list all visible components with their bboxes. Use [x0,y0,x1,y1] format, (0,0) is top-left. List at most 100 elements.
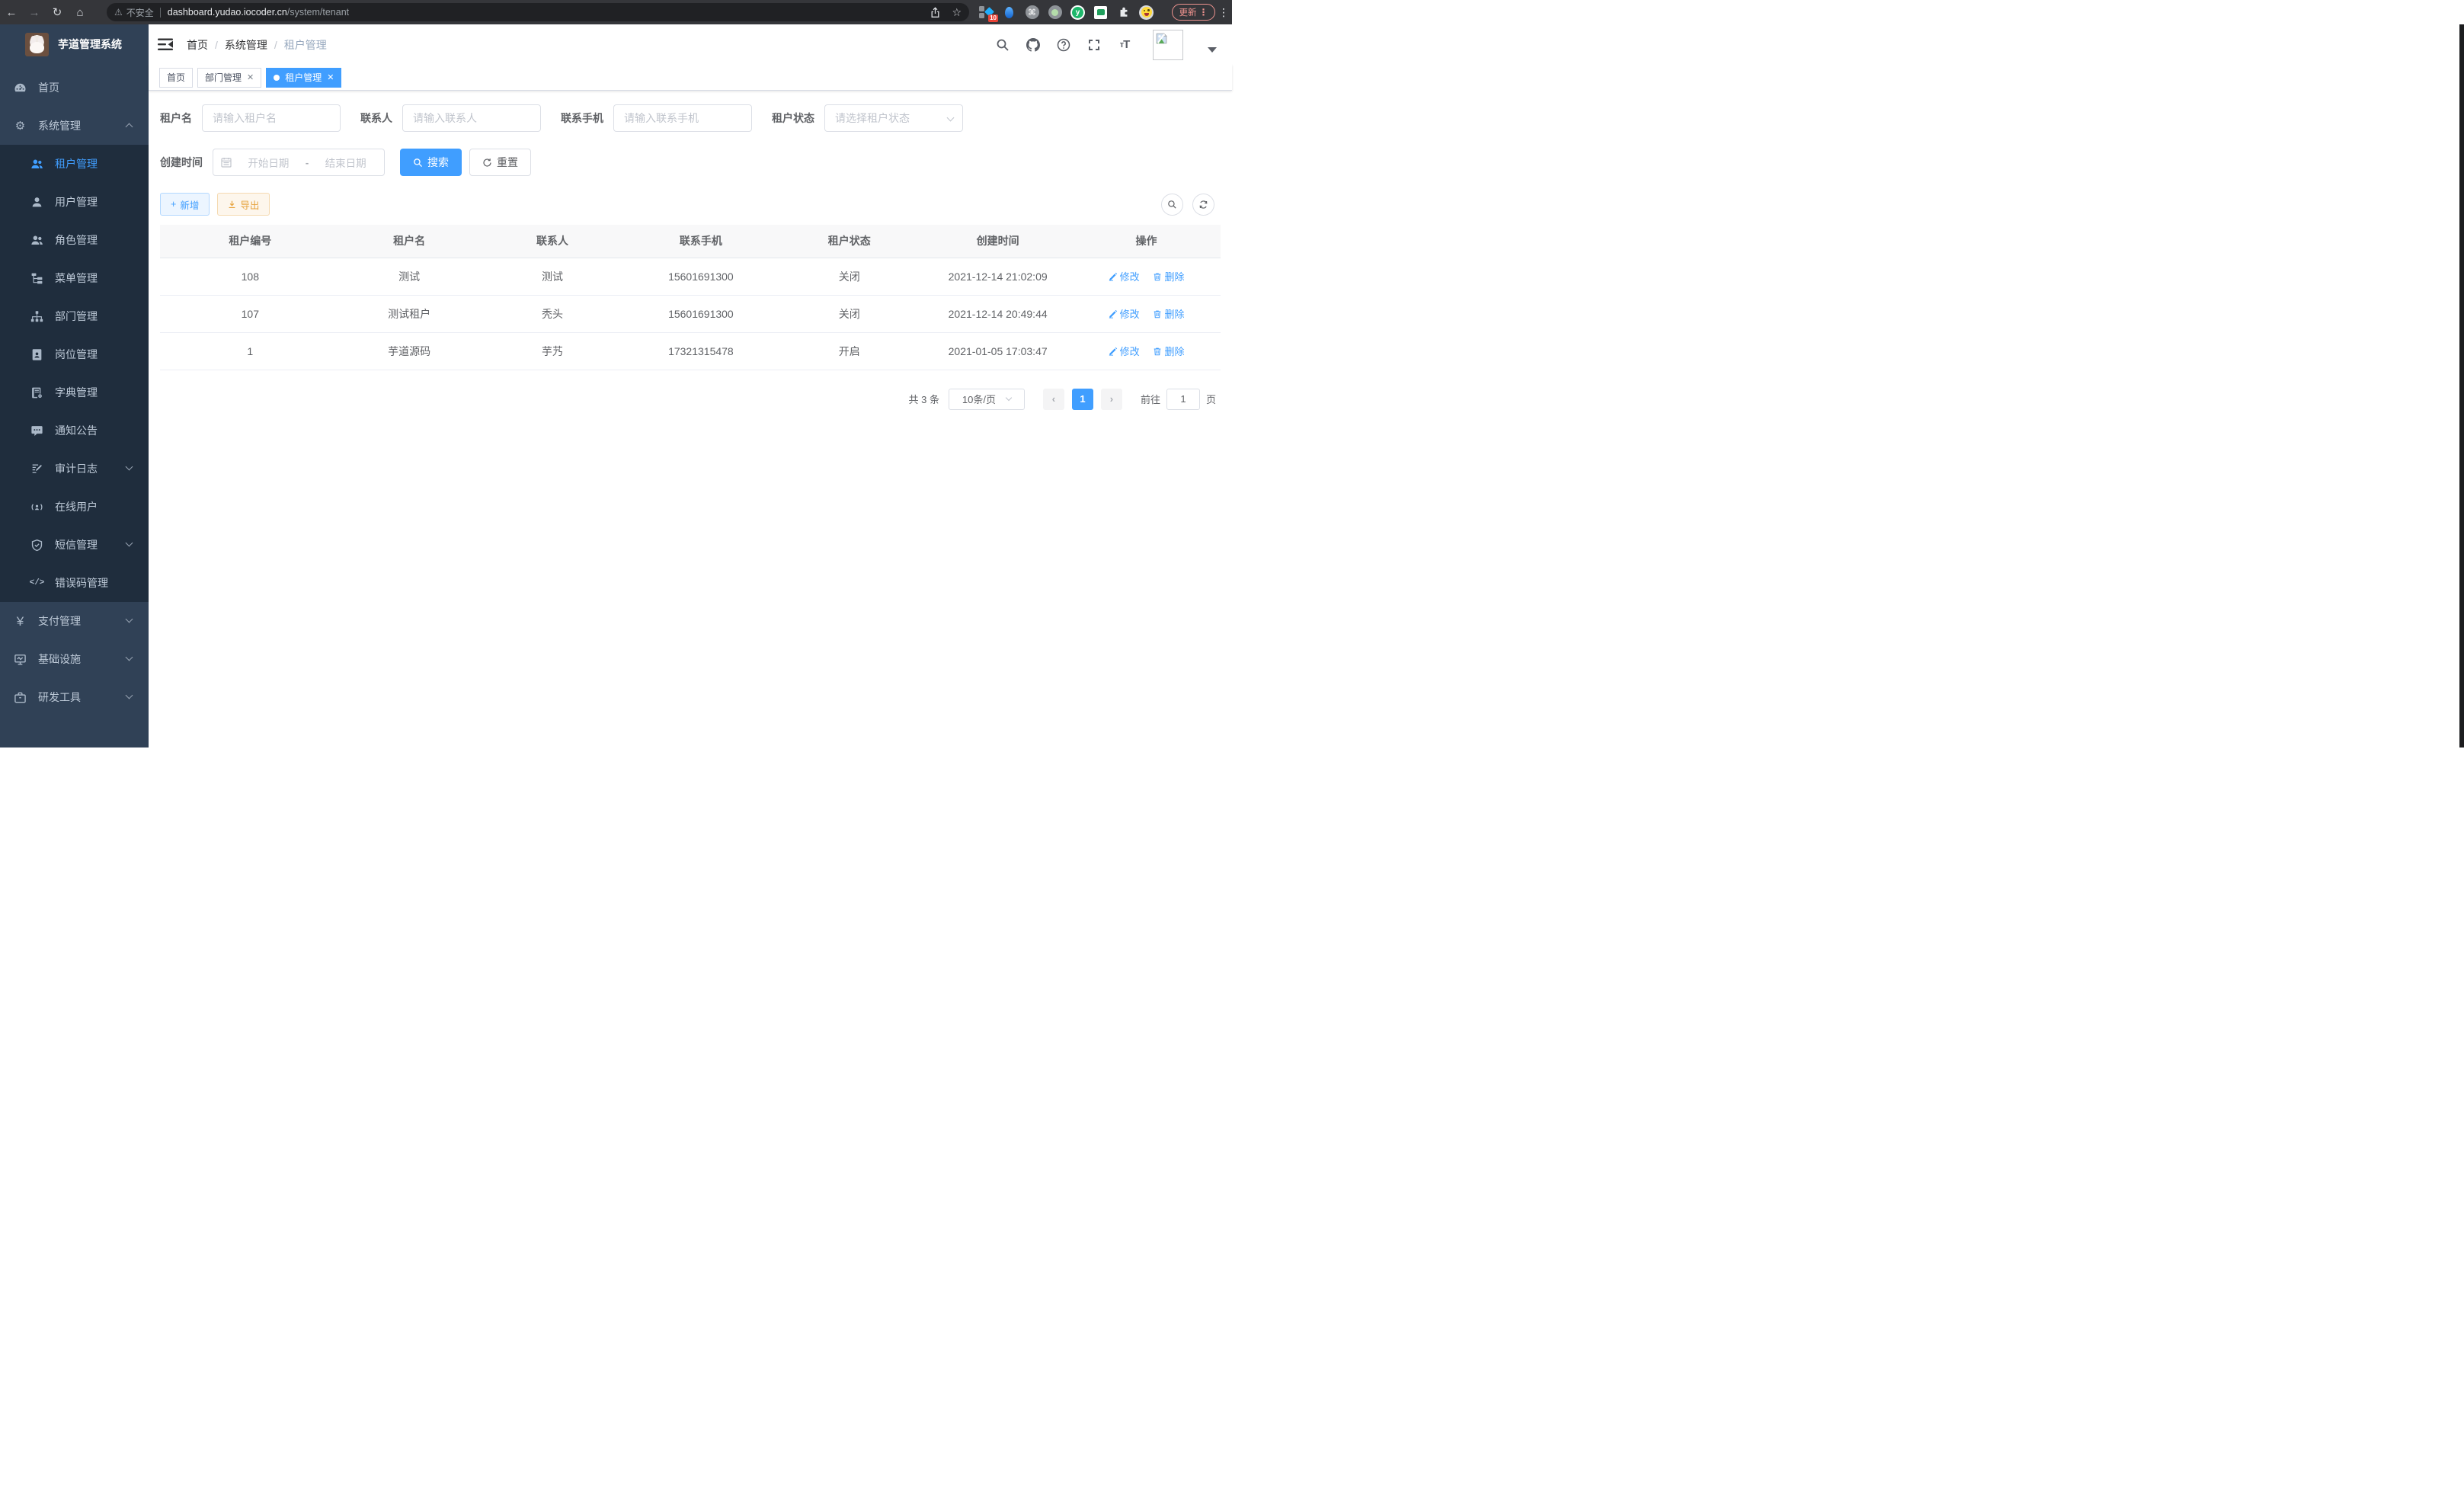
status-select[interactable]: 请选择租户状态 [824,104,963,132]
sidebar-item-notice[interactable]: 通知公告 [0,411,149,450]
sidebar-item-label: 租户管理 [55,156,98,171]
page-number-1[interactable]: 1 [1072,389,1093,410]
col-mobile: 联系手机 [626,225,775,258]
sidebar-item-label: 首页 [38,80,59,95]
url-path: /system/tenant [287,7,349,18]
mobile-input[interactable] [613,104,752,132]
breadcrumb-home[interactable]: 首页 [187,37,208,53]
sidebar-item-menu[interactable]: 菜单管理 [0,259,149,297]
announcement-icon [30,424,43,437]
goto-label: 前往 [1141,392,1160,406]
extension-tiles-icon[interactable]: 10 [979,5,994,20]
extension-balloon-icon[interactable] [1002,5,1016,20]
delete-button[interactable]: 删除 [1153,269,1184,283]
breadcrumb-current: 租户管理 [284,37,327,53]
reset-button[interactable]: 重置 [469,149,531,176]
close-icon[interactable]: ✕ [247,72,254,82]
delete-button[interactable]: 删除 [1153,306,1184,321]
download-icon [228,200,236,209]
toggle-search-button[interactable] [1161,194,1183,216]
avatar[interactable] [1153,30,1183,60]
status-badge: 开启 [775,332,923,370]
breadcrumb-separator: / [274,39,277,51]
share-icon[interactable] [930,7,941,18]
close-icon[interactable]: ✕ [327,72,334,82]
sidebar-item-home[interactable]: 首页 [0,69,149,107]
tab-home[interactable]: 首页 [159,68,193,88]
browser-update-button[interactable]: 更新 ⋮ [1172,4,1215,21]
browser-back-icon[interactable]: ← [0,6,23,19]
sidebar-item-audit-log[interactable]: 审计日志 [0,450,149,488]
log-icon [30,463,43,475]
extension-y-icon[interactable]: y [1070,5,1085,20]
fullscreen-icon[interactable] [1087,38,1101,52]
tab-tenant[interactable]: 租户管理 ✕ [266,68,341,88]
sidebar-item-infra[interactable]: 基础设施 [0,640,149,678]
sidebar: 芋道管理系统 首页 ⚙ 系统管理 租户管理 [0,24,149,748]
goto-page-input[interactable] [1166,389,1200,410]
sidebar-item-label: 基础设施 [38,651,81,667]
edit-button[interactable]: 修改 [1109,344,1140,358]
sidebar-item-label: 用户管理 [55,194,98,210]
sidebar-toggle-icon[interactable] [158,38,173,51]
tab-dept[interactable]: 部门管理 ✕ [197,68,261,88]
col-tenant-id: 租户编号 [160,225,341,258]
sidebar-item-dept[interactable]: 部门管理 [0,297,149,335]
briefcase-icon [14,691,27,704]
next-page-button[interactable]: › [1101,389,1122,410]
delete-button[interactable]: 删除 [1153,344,1184,358]
search-button[interactable]: 搜索 [400,149,462,176]
extension-command-icon[interactable]: ⌘ [1025,5,1039,20]
date-separator: - [306,157,309,168]
page-size-select[interactable]: 10条/页 [949,389,1025,410]
sidebar-item-sms[interactable]: 短信管理 [0,526,149,564]
sidebar-item-label: 菜单管理 [55,271,98,286]
col-contact: 联系人 [478,225,627,258]
date-range-input[interactable]: 开始日期 - 结束日期 [213,149,385,176]
search-icon [413,158,423,168]
github-icon[interactable] [1026,38,1040,52]
pencil-icon [1109,309,1118,319]
sidebar-item-role[interactable]: 角色管理 [0,221,149,259]
browser-home-icon[interactable]: ⌂ [69,6,91,19]
sidebar-item-errcode[interactable]: </> 错误码管理 [0,564,149,602]
sidebar-item-pay[interactable]: ¥ 支付管理 [0,602,149,640]
edit-button[interactable]: 修改 [1109,269,1140,283]
extension-record-icon[interactable] [1048,5,1062,20]
badge-icon [30,348,43,361]
sidebar-item-system[interactable]: ⚙ 系统管理 [0,107,149,145]
tenant-name-input[interactable] [202,104,341,132]
col-status: 租户状态 [775,225,923,258]
sidebar-item-user[interactable]: 用户管理 [0,183,149,221]
sidebar-item-online-user[interactable]: 在线用户 [0,488,149,526]
sidebar-item-label: 短信管理 [55,537,98,552]
sidebar-item-post[interactable]: 岗位管理 [0,335,149,373]
sidebar-item-dict[interactable]: 字典管理 [0,373,149,411]
breadcrumb-system[interactable]: 系统管理 [225,37,267,53]
bookmark-star-icon[interactable]: ☆ [952,7,962,18]
search-icon[interactable] [996,38,1010,52]
sidebar-item-tenant[interactable]: 租户管理 [0,145,149,183]
export-button[interactable]: 导出 [217,193,270,216]
prev-page-button[interactable]: ‹ [1043,389,1064,410]
sidebar-item-devtools[interactable]: 研发工具 [0,678,149,716]
add-button[interactable]: + 新增 [160,193,210,216]
extension-chat-icon[interactable] [1093,5,1108,20]
contact-input[interactable] [402,104,541,132]
avatar-caret-icon[interactable] [1208,47,1217,53]
extension-emoji-icon[interactable] [1139,5,1154,20]
font-size-icon[interactable]: тT [1118,38,1131,52]
help-icon[interactable] [1057,38,1070,52]
browser-reload-icon[interactable]: ↻ [46,5,69,19]
user-group-icon [30,158,43,171]
address-bar[interactable]: ⚠ 不安全 dashboard.yudao.iocoder.cn /system… [107,3,969,21]
status-badge: 关闭 [775,258,923,295]
monitor-icon [14,653,27,666]
edit-button[interactable]: 修改 [1109,306,1140,321]
browser-menu-icon[interactable]: ⋮ [1218,6,1229,19]
browser-forward-icon[interactable]: → [23,6,46,19]
status-badge: 关闭 [775,295,923,332]
extension-puzzle-icon[interactable] [1116,5,1131,20]
start-date-placeholder: 开始日期 [238,155,299,170]
refresh-table-button[interactable] [1192,194,1214,216]
